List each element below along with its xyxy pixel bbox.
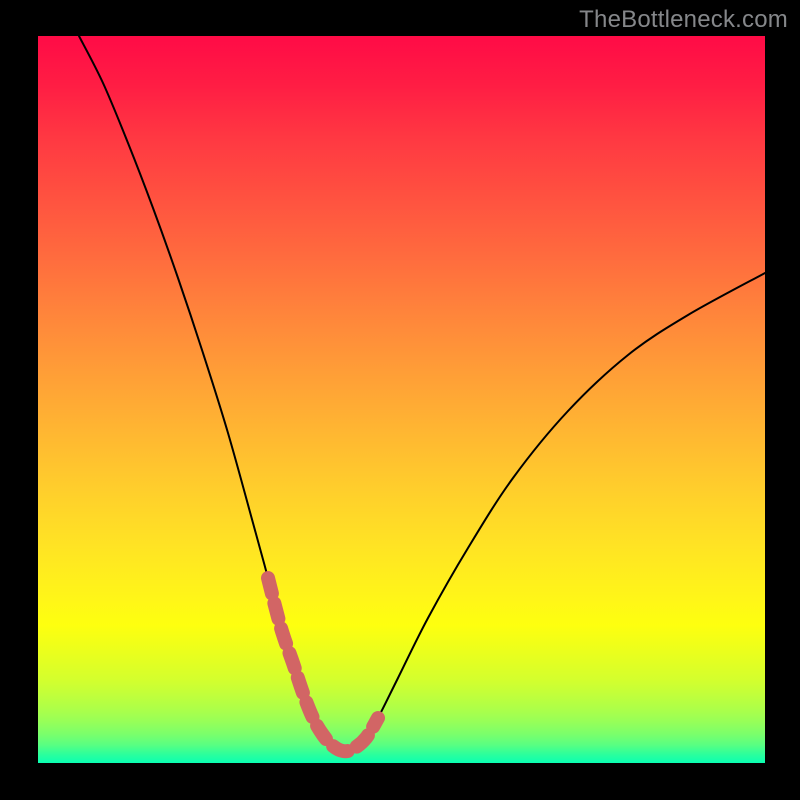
bottleneck-curve (79, 36, 765, 751)
chart-frame: TheBottleneck.com (0, 0, 800, 800)
curves-svg (38, 36, 765, 763)
highlight-segment (268, 578, 378, 751)
watermark-text: TheBottleneck.com (579, 6, 788, 34)
plot-area (38, 36, 765, 763)
